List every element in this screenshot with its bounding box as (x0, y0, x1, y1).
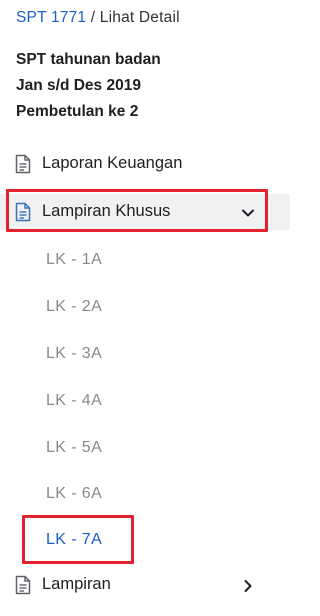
breadcrumb: SPT 1771 / Lihat Detail (16, 9, 180, 27)
document-icon (15, 154, 31, 174)
menu-item-label: Lampiran Khusus (42, 202, 171, 220)
submenu-item-lk-1a[interactable]: LK - 1A (46, 251, 102, 269)
chevron-down-icon[interactable] (240, 205, 256, 221)
submenu-item-lk-2a[interactable]: LK - 2A (46, 298, 102, 316)
submenu-item-lk-5a[interactable]: LK - 5A (46, 439, 102, 457)
spt-period: Jan s/d Des 2019 (16, 77, 141, 94)
menu-item-lampiran[interactable]: Lampiran (0, 567, 290, 603)
menu-item-laporan-keuangan[interactable]: Laporan Keuangan (0, 146, 290, 182)
document-icon (15, 575, 31, 595)
spt-info: SPT tahunan badan Jan s/d Des 2019 Pembe… (16, 47, 161, 125)
submenu-item-lk-7a[interactable]: LK - 7A (46, 531, 102, 549)
menu-item-label: Lampiran (42, 575, 111, 593)
submenu-item-lk-6a[interactable]: LK - 6A (46, 485, 102, 503)
submenu-item-lk-3a[interactable]: LK - 3A (46, 345, 102, 363)
submenu-item-lk-4a[interactable]: LK - 4A (46, 392, 102, 410)
page: SPT 1771 / Lihat Detail SPT tahunan bada… (0, 0, 290, 616)
spt-type: SPT tahunan badan (16, 51, 161, 68)
chevron-right-icon[interactable] (240, 578, 256, 594)
document-icon (15, 202, 31, 222)
breadcrumb-separator: / (86, 9, 100, 26)
menu-item-lampiran-khusus[interactable]: Lampiran Khusus (0, 194, 290, 230)
menu-item-label: Laporan Keuangan (42, 154, 183, 172)
breadcrumb-link-spt-1771[interactable]: SPT 1771 (16, 9, 86, 26)
spt-revision: Pembetulan ke 2 (16, 103, 139, 120)
breadcrumb-current: Lihat Detail (99, 9, 180, 26)
